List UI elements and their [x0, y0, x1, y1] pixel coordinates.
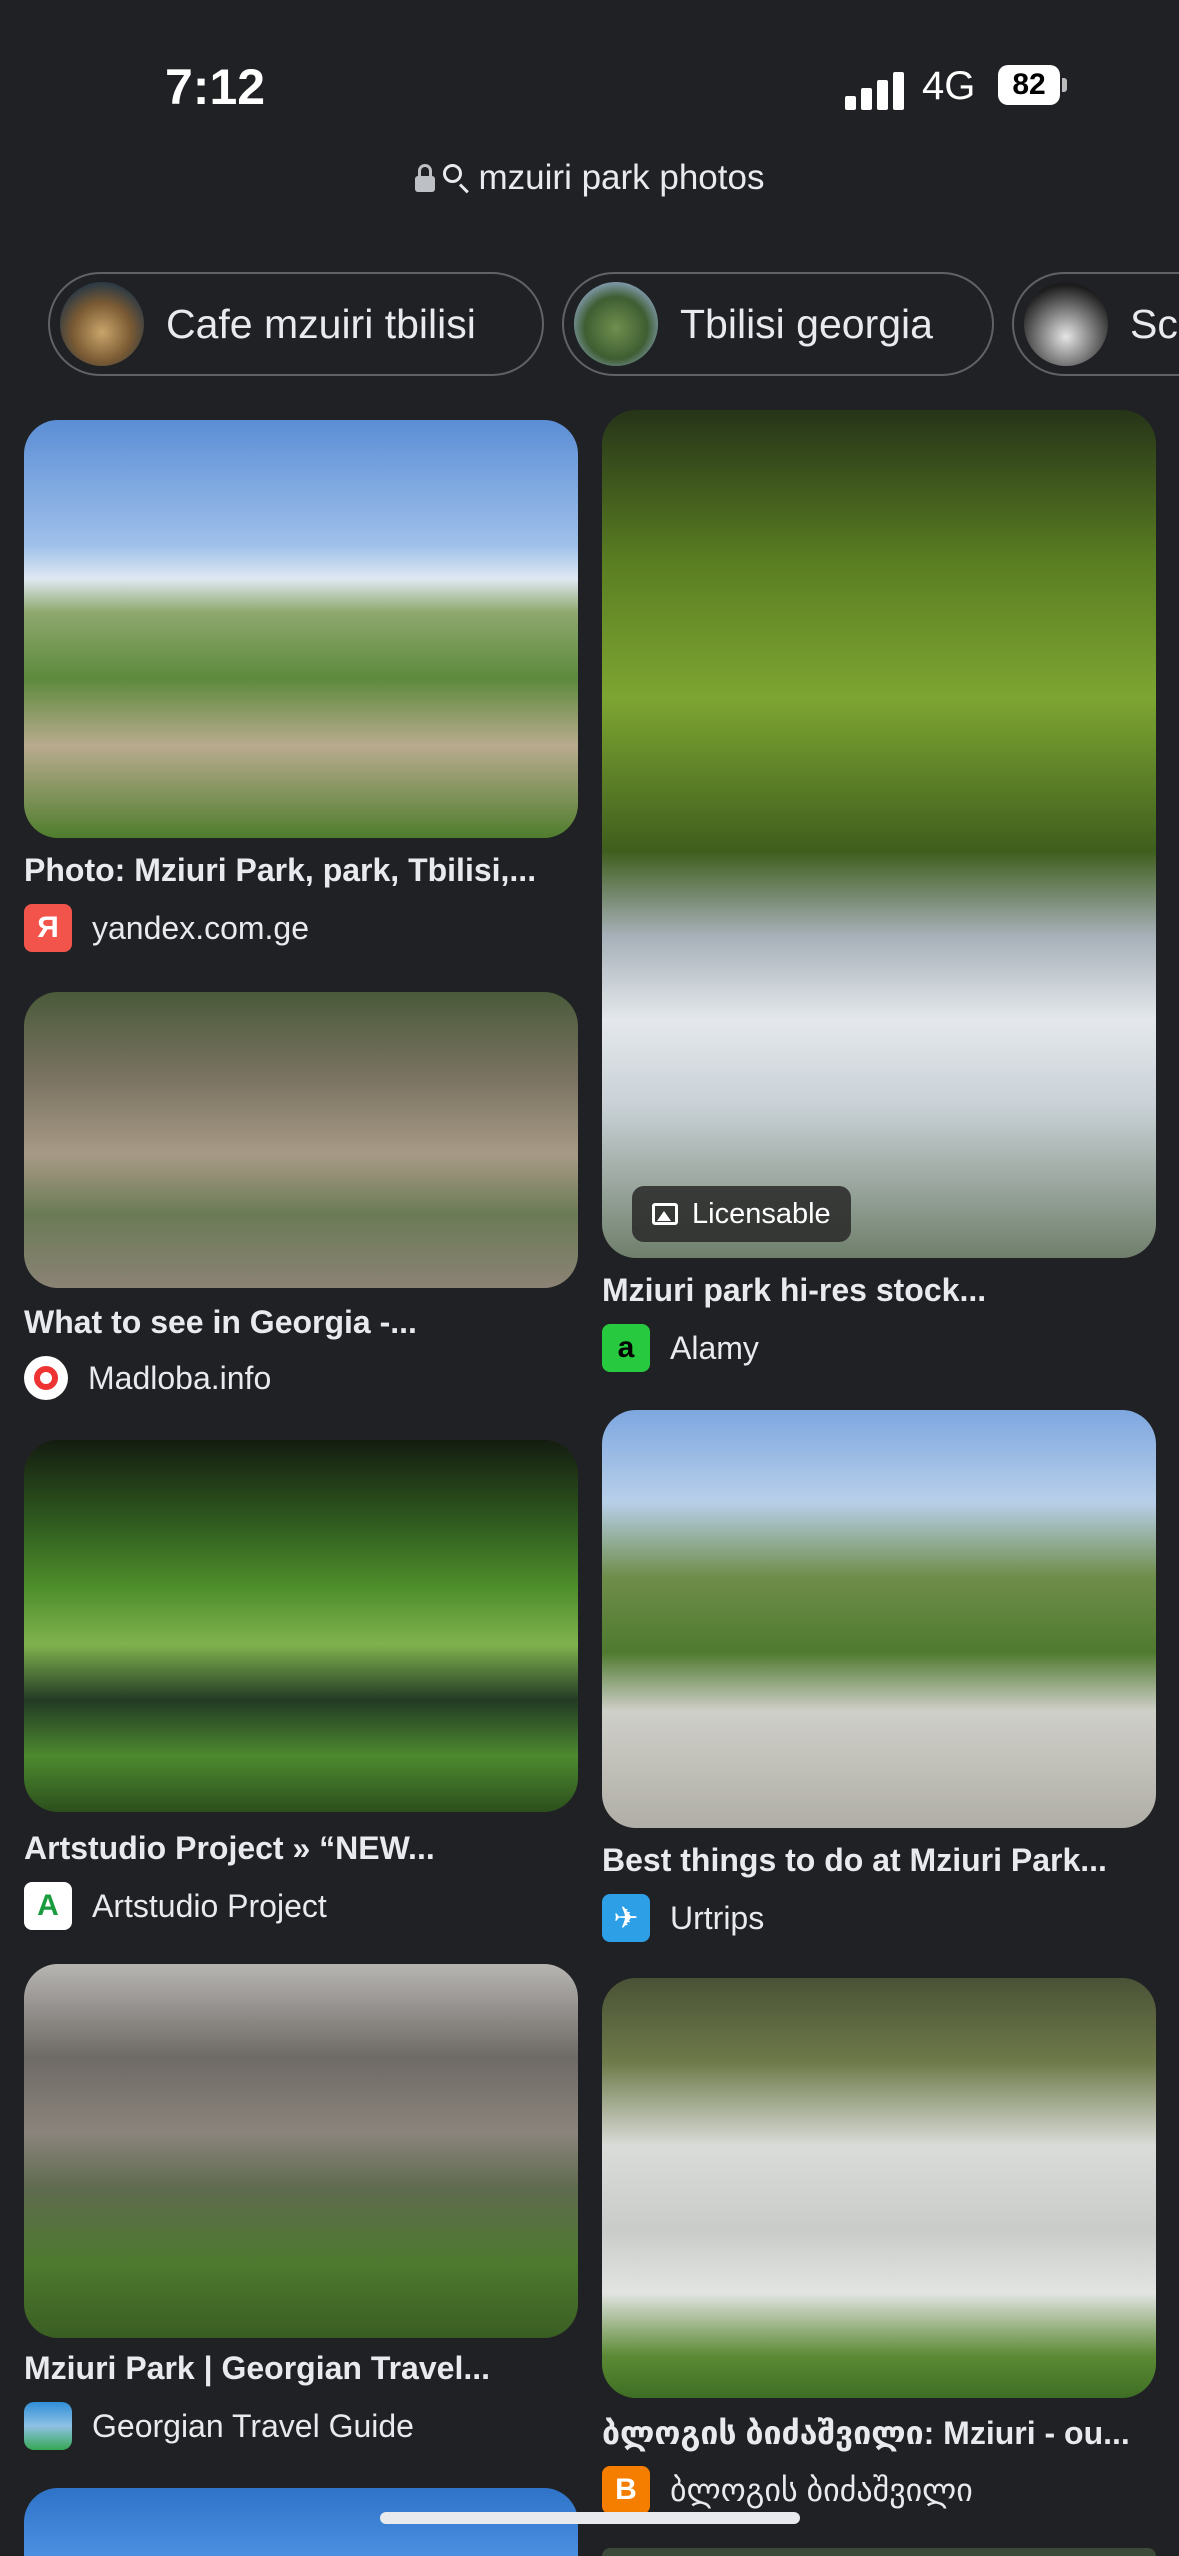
chip-label: Cafe mzuiri tbilisi	[166, 300, 476, 347]
result-image	[24, 992, 578, 1288]
source-name: Georgian Travel Guide	[92, 2407, 414, 2444]
licensable-badge: Licensable	[632, 1186, 851, 1242]
source-name: yandex.com.ge	[92, 909, 310, 946]
battery-level: 82	[998, 65, 1060, 105]
urtrips-favicon-icon: ✈	[602, 1894, 650, 1942]
result-image	[602, 1410, 1156, 1828]
result-title: ბლოგის ბიძაშვილი: Mziuri - ou...	[602, 2415, 1130, 2451]
source-name: Madloba.info	[88, 1359, 272, 1396]
image-result[interactable]: Best things to do at Mziuri Park... ✈ Ur…	[602, 1410, 1156, 1942]
chip-thumbnail	[1024, 282, 1108, 366]
alamy-favicon-icon: a	[602, 1324, 650, 1372]
search-icon	[442, 164, 471, 194]
result-image	[602, 1978, 1156, 2398]
artstudio-favicon-icon: A	[24, 1882, 72, 1930]
result-title: Photo: Mziuri Park, park, Tbilisi,...	[24, 852, 537, 888]
result-image-partial[interactable]	[602, 2548, 1156, 2556]
madloba-favicon-icon	[24, 1356, 68, 1400]
result-title: Mziuri park hi-res stock...	[602, 1272, 987, 1308]
source-name: Alamy	[670, 1329, 759, 1366]
result-source: ✈ Urtrips	[602, 1894, 764, 1942]
result-image	[24, 420, 578, 838]
result-image	[24, 1440, 578, 1812]
result-source: A Artstudio Project	[24, 1882, 327, 1930]
source-name: ბლოგის ბიძაშვილი	[670, 2472, 973, 2508]
status-bar: 7:12 4G 82	[0, 0, 1179, 160]
status-time: 7:12	[165, 59, 266, 115]
address-bar[interactable]: mzuiri park photos	[0, 158, 1179, 210]
source-name: Urtrips	[670, 1899, 765, 1936]
chip-thumbnail	[574, 282, 658, 366]
georgian-travel-guide-favicon-icon	[24, 2402, 72, 2450]
image-icon	[652, 1203, 678, 1225]
result-source: Georgian Travel Guide	[24, 2402, 414, 2450]
image-result[interactable]: ბლოგის ბიძაშვილი: Mziuri - ou... B ბლოგი…	[602, 1978, 1156, 2518]
result-source: a Alamy	[602, 1324, 759, 1372]
result-title: What to see in Georgia -...	[24, 1304, 417, 1340]
signal-icon	[845, 70, 905, 110]
result-image: Licensable	[602, 410, 1156, 1258]
image-result[interactable]: Licensable Mziuri park hi-res stock... a…	[602, 410, 1156, 1372]
image-result[interactable]: Photo: Mziuri Park, park, Tbilisi,... Я …	[24, 420, 578, 960]
chip-label: Scu	[1130, 300, 1179, 347]
chip-thumbnail	[60, 282, 144, 366]
chip-cafe-mzuiri[interactable]: Cafe mzuiri tbilisi	[48, 272, 544, 376]
network-label: 4G	[922, 64, 976, 108]
lock-icon	[414, 164, 435, 192]
search-query: mzuiri park photos	[478, 158, 765, 197]
result-source: Я yandex.com.ge	[24, 904, 309, 952]
chip-scu[interactable]: Scu	[1012, 272, 1179, 376]
home-indicator[interactable]	[380, 2512, 800, 2524]
chip-label: Tbilisi georgia	[680, 300, 933, 347]
battery-icon: 82	[998, 65, 1068, 105]
chip-tbilisi-georgia[interactable]: Tbilisi georgia	[562, 272, 994, 376]
related-searches: Cafe mzuiri tbilisi Tbilisi georgia Scu	[0, 272, 1179, 380]
result-source: B ბლოგის ბიძაშვილი	[602, 2466, 973, 2514]
blogger-favicon-icon: B	[602, 2466, 650, 2514]
image-result[interactable]: Mziuri Park | Georgian Travel... Georgia…	[24, 1964, 578, 2454]
badge-label: Licensable	[692, 1197, 831, 1230]
result-title: Best things to do at Mziuri Park...	[602, 1842, 1107, 1878]
result-title: Artstudio Project » “NEW...	[24, 1830, 435, 1866]
result-source: Madloba.info	[24, 1356, 271, 1400]
source-name: Artstudio Project	[92, 1887, 327, 1924]
yandex-favicon-icon: Я	[24, 904, 72, 952]
image-result[interactable]: What to see in Georgia -... Madloba.info	[24, 992, 578, 1412]
result-title: Mziuri Park | Georgian Travel...	[24, 2350, 490, 2386]
image-result[interactable]: Artstudio Project » “NEW... A Artstudio …	[24, 1440, 578, 1930]
result-image	[24, 1964, 578, 2338]
